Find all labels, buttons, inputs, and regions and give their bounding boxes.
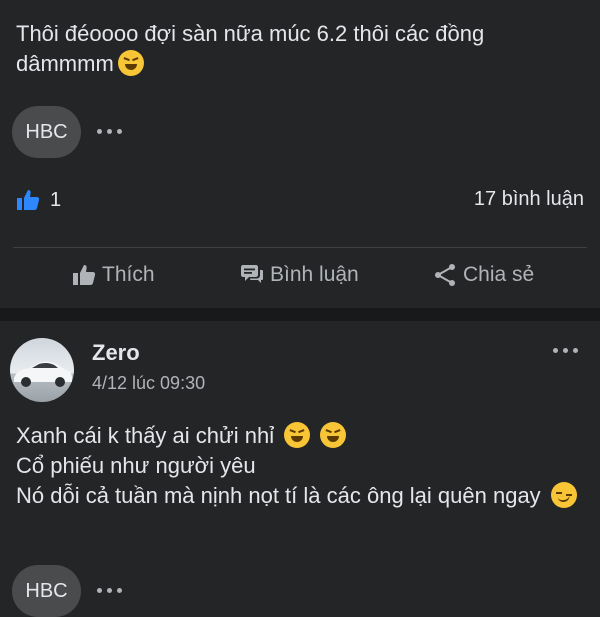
car-photo-icon [14, 361, 72, 387]
share-label: Chia sẻ [463, 263, 535, 286]
laughing-emoji-icon [320, 422, 347, 448]
more-icon[interactable] [97, 129, 122, 134]
post-card: Zero 4/12 lúc 09:30 Xanh cái k thấy ai c… [0, 321, 600, 617]
post-card: Thôi đéoooo đợi sàn nữa múc 6.2 thôi các… [0, 0, 600, 308]
stock-tag-chip[interactable]: HBC [12, 106, 81, 158]
thumbs-up-icon [73, 265, 96, 285]
post-content: Thôi đéoooo đợi sàn nữa múc 6.2 thôi các… [16, 19, 586, 79]
post-timestamp: 4/12 lúc 09:30 [92, 373, 206, 393]
thumbs-up-icon [17, 190, 40, 210]
comment-count[interactable]: 17 bình luận [474, 188, 584, 211]
post-line: Xanh cái k thấy ai chửi nhỉ [16, 423, 275, 448]
post-line: Nó dỗi cả tuần mà nịnh nọt tí là các ông… [16, 483, 541, 508]
post-line: Cổ phiếu như người yêu [16, 453, 256, 478]
post-content: Xanh cái k thấy ai chửi nhỉ Cổ phiếu như… [16, 421, 586, 511]
comment-button[interactable]: Bình luận [240, 263, 359, 287]
comment-icon [241, 265, 263, 283]
like-label: Thích [102, 263, 155, 286]
reaction-count: 1 [50, 188, 62, 211]
divider [13, 247, 587, 248]
more-icon[interactable] [97, 588, 122, 593]
author-name[interactable]: Zero [92, 340, 140, 366]
post-text: Thôi đéoooo đợi sàn nữa múc 6.2 thôi các… [16, 21, 485, 76]
more-icon[interactable] [553, 348, 578, 353]
like-button[interactable]: Thích [72, 263, 155, 287]
woozy-emoji-icon [550, 482, 577, 508]
comment-label: Bình luận [270, 263, 359, 286]
share-button[interactable]: Chia sẻ [433, 263, 534, 287]
stock-tag-chip[interactable]: HBC [12, 565, 81, 617]
laughing-emoji-icon [117, 50, 144, 76]
laughing-emoji-icon [284, 422, 311, 448]
feed-separator [0, 308, 600, 321]
share-icon [435, 264, 455, 286]
avatar[interactable] [10, 338, 74, 402]
reaction-summary[interactable]: 1 [16, 188, 61, 212]
